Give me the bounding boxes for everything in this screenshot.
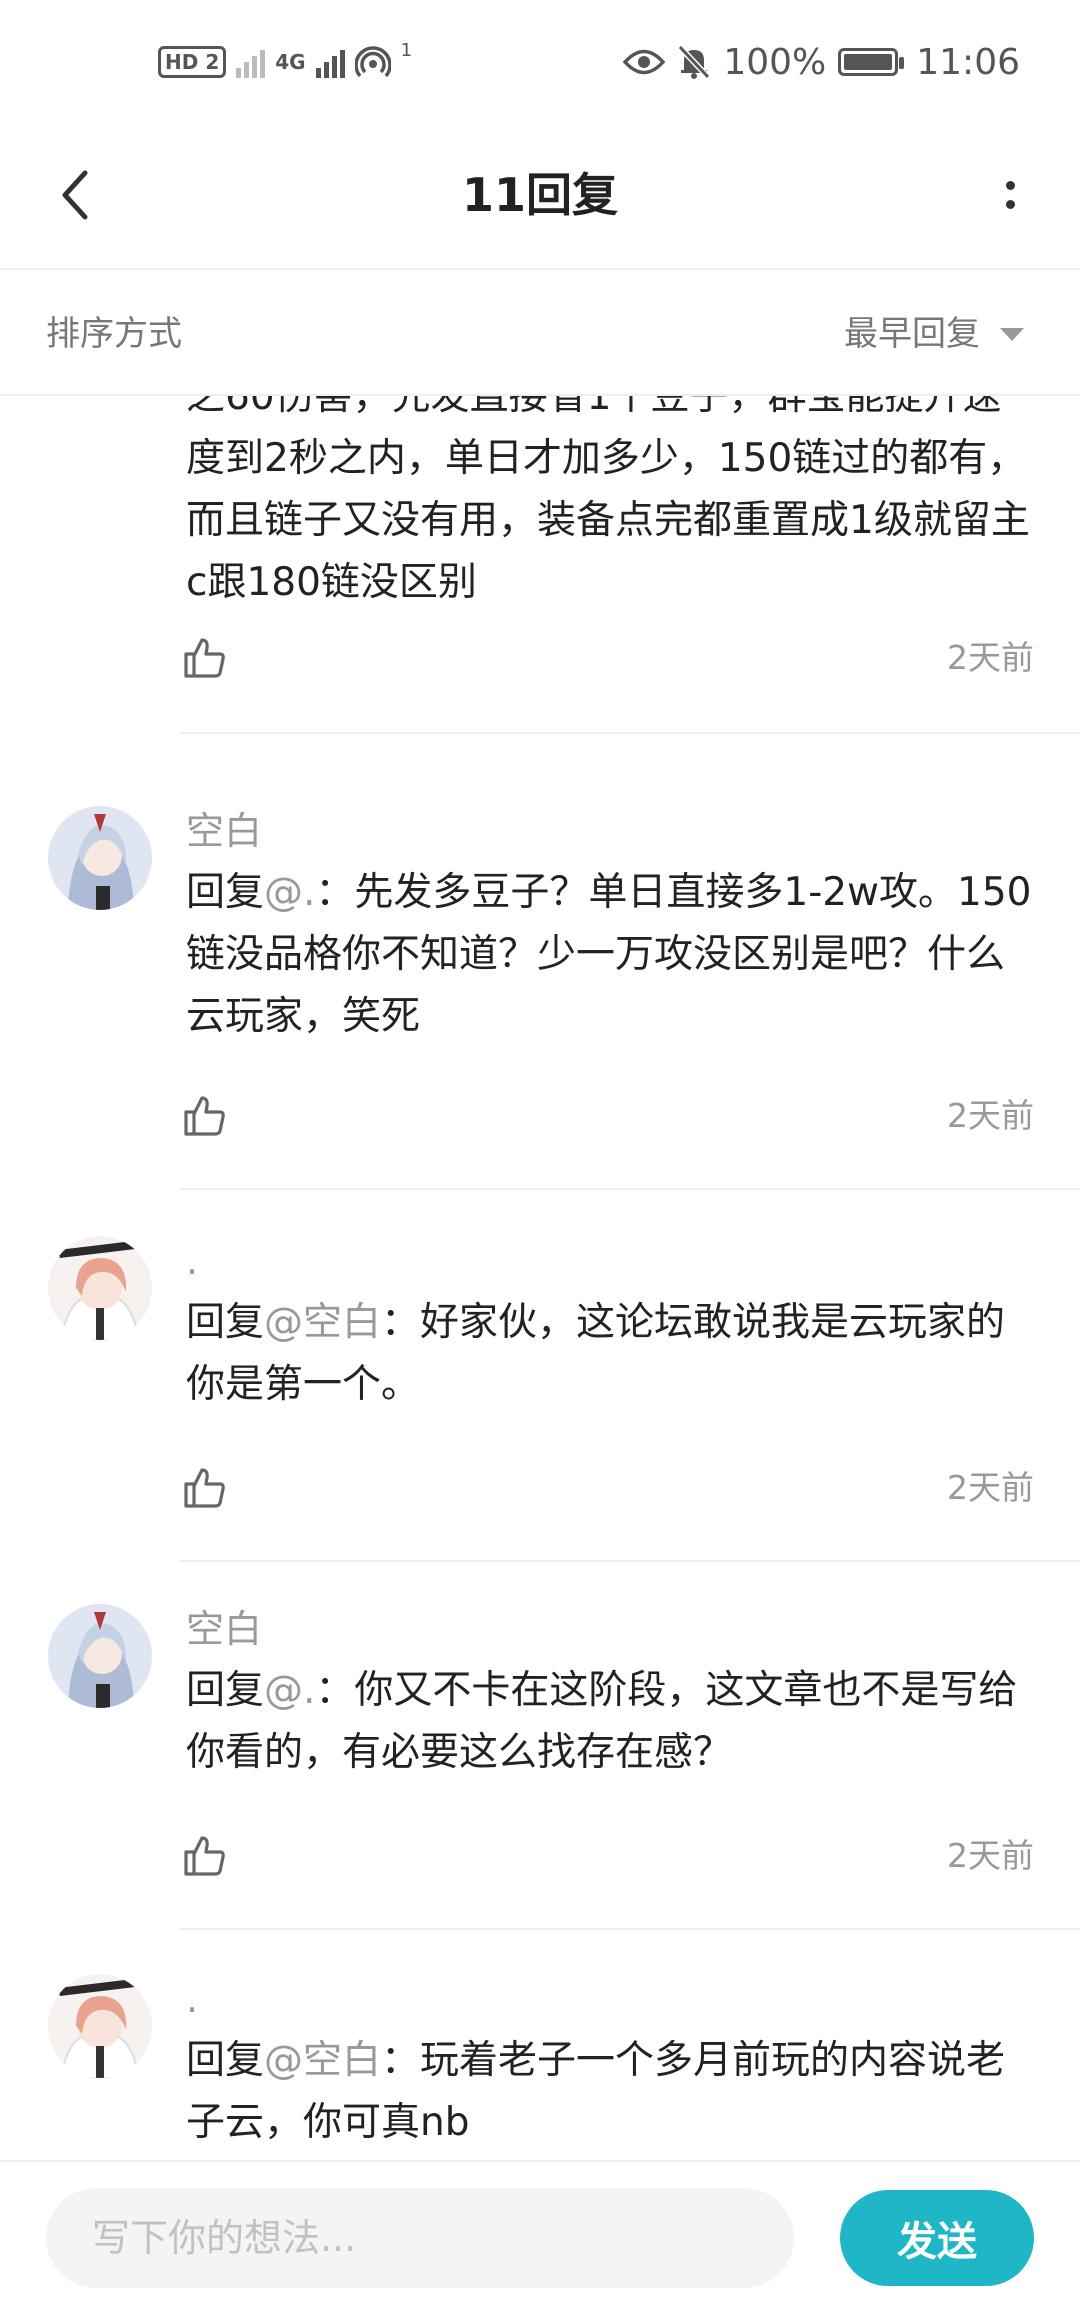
avatar-image: [48, 1236, 152, 1340]
status-bar: HD 2 4G 1 100% 11:06: [0, 0, 1080, 120]
reply-body: 之60伤害，先发直接省1个豆子，群宝能提升速度到2秒之内，单日才加多少，150链…: [186, 396, 1036, 614]
reply-mention[interactable]: @.: [264, 870, 315, 915]
thumbs-up-icon[interactable]: [180, 1832, 228, 1880]
reply-body: 回复@空白：好家伙，这论坛敢说我是云玩家的你是第一个。: [186, 1292, 1036, 1416]
eye-icon: [623, 49, 666, 75]
comment-input[interactable]: [46, 2188, 794, 2288]
sort-label: 排序方式: [46, 314, 182, 354]
more-options-button[interactable]: [990, 165, 1030, 225]
bell-off-icon: [678, 44, 711, 80]
reply-prefix: 回复: [186, 2038, 265, 2083]
reply-author[interactable]: .: [186, 1236, 198, 1286]
signal-bars-icon: [315, 46, 345, 78]
reply-author[interactable]: 空白: [186, 806, 262, 856]
hd-text: HD: [165, 50, 199, 74]
hotspot-count: 1: [400, 40, 413, 61]
reply-mention[interactable]: @空白: [264, 1300, 381, 1345]
hotspot-icon: [354, 46, 391, 78]
status-right: 100% 11:06: [623, 40, 1020, 84]
thumbs-up-icon[interactable]: [180, 634, 228, 682]
divider: [180, 732, 1080, 734]
top-app-bar: 11回复: [0, 120, 1080, 270]
avatar[interactable]: [48, 1604, 152, 1708]
reply-text: 之60伤害，先发直接省1个豆子，群宝能提升速度到2秒之内，单日才加多少，150链…: [186, 396, 1030, 605]
reply-mention[interactable]: @空白: [264, 2038, 381, 2083]
reply-body: 回复@空白：玩着老子一个多月前玩的内容说老子云，你可真nb: [186, 2030, 1036, 2154]
sort-bar: 排序方式 最早回复: [0, 272, 1080, 396]
battery-percent: 100%: [723, 41, 827, 83]
divider: [180, 1928, 1080, 1930]
network-type: 4G: [275, 50, 306, 74]
page-title: 11回复: [461, 168, 618, 222]
avatar-image: [48, 1604, 152, 1708]
avatar[interactable]: [48, 806, 152, 910]
send-button[interactable]: 发送: [840, 2190, 1034, 2286]
divider: [180, 1560, 1080, 1562]
reply-time: 2天前: [947, 1468, 1034, 1507]
hd-badge: HD 2: [158, 46, 227, 78]
reply-time: 2天前: [947, 638, 1034, 677]
reply-author[interactable]: .: [186, 1974, 198, 2024]
signal-bars-icon: [236, 46, 266, 78]
reply-mention[interactable]: @.: [264, 1668, 315, 1713]
avatar-image: [48, 1974, 152, 2078]
reply-list[interactable]: 之60伤害，先发直接省1个豆子，群宝能提升速度到2秒之内，单日才加多少，150链…: [0, 396, 1080, 2160]
thumbs-up-icon[interactable]: [180, 1464, 228, 1512]
more-vertical-icon-dot: [1005, 200, 1015, 209]
avatar[interactable]: [48, 1236, 152, 1340]
sort-dropdown[interactable]: 最早回复: [844, 312, 1024, 356]
sim-number: 2: [205, 50, 220, 74]
divider: [180, 1188, 1080, 1190]
clock: 11:06: [916, 41, 1020, 83]
reply-body: 回复@.：你又不卡在这阶段，这文章也不是写给你看的，有必要这么找存在感？: [186, 1660, 1036, 1784]
status-left: HD 2 4G 1: [158, 40, 412, 84]
sort-value: 最早回复: [844, 314, 980, 354]
reply-body: 回复@.：先发多豆子？单日直接多1-2w攻。150链没品格你不知道？少一万攻没区…: [186, 862, 1036, 1048]
avatar-image: [48, 806, 152, 910]
reply-prefix: 回复: [186, 1668, 265, 1713]
more-vertical-icon: [1005, 181, 1015, 190]
composer-bar: 发送: [0, 2160, 1080, 2310]
reply-author[interactable]: 空白: [186, 1604, 262, 1654]
battery-charging-icon: [838, 48, 905, 76]
reply-prefix: 回复: [186, 1300, 265, 1345]
caret-down-icon: [1000, 327, 1024, 341]
avatar[interactable]: [48, 1974, 152, 2078]
reply-time: 2天前: [947, 1096, 1034, 1135]
thumbs-up-icon[interactable]: [180, 1092, 228, 1140]
reply-prefix: 回复: [186, 870, 265, 915]
reply-time: 2天前: [947, 1836, 1034, 1875]
